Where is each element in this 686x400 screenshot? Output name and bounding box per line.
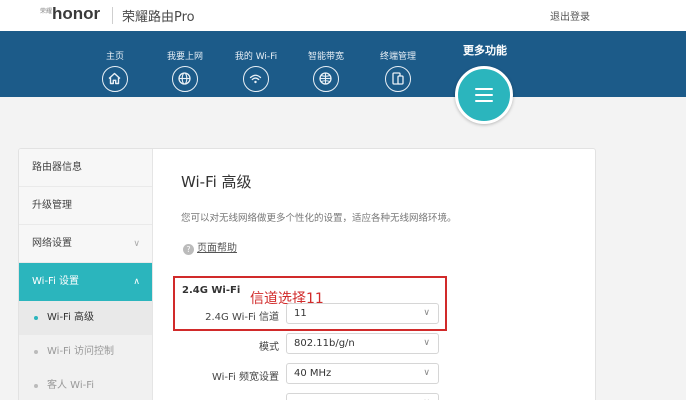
settings-card: 路由器信息 升级管理 网络设置 ∨ Wi-Fi 设置 ∧ Wi-Fi 高级 Wi… xyxy=(18,148,596,400)
chevron-down-icon: ∨ xyxy=(423,394,430,400)
logout-link[interactable]: 退出登录 xyxy=(550,8,590,23)
channel-label: 2.4G Wi-Fi 信道 xyxy=(205,312,279,323)
bandwidth-select[interactable]: 40 MHz ∨ xyxy=(286,363,439,384)
sidebar-subitem-label: Wi-Fi 高级 xyxy=(47,312,95,323)
more-features-button[interactable] xyxy=(455,66,513,124)
sidebar-subitem-guest-wifi[interactable]: 客人 Wi-Fi xyxy=(19,369,152,400)
sidebar-item-network-settings[interactable]: 网络设置 ∨ xyxy=(19,225,152,263)
chevron-down-icon: ∨ xyxy=(423,308,430,318)
nav-item-home[interactable]: 主页 xyxy=(85,52,145,92)
channel-select-value: 11 xyxy=(294,308,307,319)
globe-icon xyxy=(172,66,198,92)
nav-item-label: 终端管理 xyxy=(379,52,416,62)
top-header: 荣耀 honor 荣耀路由Pro 退出登录 xyxy=(0,0,686,31)
sidebar-item-router-info[interactable]: 路由器信息 xyxy=(19,149,152,187)
nav-item-internet[interactable]: 我要上网 xyxy=(155,52,215,92)
section-title-24g: 2.4G Wi-Fi xyxy=(182,285,241,296)
bandwidth-globe-icon xyxy=(313,66,339,92)
brand-small-text: 荣耀 xyxy=(40,8,53,15)
main-content: Wi-Fi 高级 您可以对无线网络做更多个性化的设置，适应各种无线网络环境。 ?… xyxy=(153,149,595,400)
nav-item-label: 智能带宽 xyxy=(307,52,344,62)
channel-select[interactable]: 11 ∨ xyxy=(286,303,439,324)
mode-select-value: 802.11b/g/n xyxy=(294,338,355,349)
sidebar-subitem-wifi-access-control[interactable]: Wi-Fi 访问控制 xyxy=(19,335,152,369)
bandwidth-label: Wi-Fi 频宽设置 xyxy=(211,372,279,383)
chevron-down-icon: ∨ xyxy=(133,239,140,249)
bullet-icon xyxy=(34,316,38,320)
mode-select[interactable]: 802.11b/g/n ∨ xyxy=(286,333,439,354)
chevron-down-icon: ∨ xyxy=(423,338,430,348)
sidebar: 路由器信息 升级管理 网络设置 ∨ Wi-Fi 设置 ∧ Wi-Fi 高级 Wi… xyxy=(19,149,153,400)
menu-icon-bar xyxy=(475,100,493,102)
help-link-text: 页面帮助 xyxy=(197,243,237,254)
more-features-label: 更多功能 xyxy=(463,44,507,57)
main-nav: 主页 我要上网 我的 Wi-Fi 智能带宽 终端管理 更多功能 xyxy=(0,31,686,97)
bullet-icon xyxy=(34,384,38,388)
next-setting-select[interactable]: ∨ xyxy=(286,393,439,400)
menu-icon-bar xyxy=(475,94,493,96)
devices-icon xyxy=(385,66,411,92)
sidebar-item-label: 升级管理 xyxy=(32,200,72,211)
sidebar-item-label: 路由器信息 xyxy=(32,162,82,173)
nav-item-devices[interactable]: 终端管理 xyxy=(368,52,428,92)
nav-item-label: 我要上网 xyxy=(166,52,203,62)
page-description: 您可以对无线网络做更多个性化的设置，适应各种无线网络环境。 xyxy=(181,213,457,224)
page-title: Wi-Fi 高级 xyxy=(181,173,252,191)
sidebar-subitem-wifi-advanced[interactable]: Wi-Fi 高级 xyxy=(19,301,152,335)
chevron-up-icon: ∧ xyxy=(133,277,140,287)
sidebar-item-wifi-settings[interactable]: Wi-Fi 设置 ∧ xyxy=(19,263,152,301)
nav-item-label: 主页 xyxy=(105,52,124,62)
chevron-down-icon: ∨ xyxy=(423,368,430,378)
help-icon: ? xyxy=(183,244,194,255)
page-help-link[interactable]: ? 页面帮助 xyxy=(183,239,237,255)
sidebar-subitem-label: 客人 Wi-Fi xyxy=(47,380,95,391)
nav-item-label: 我的 Wi-Fi xyxy=(234,52,278,62)
mode-label: 模式 xyxy=(259,342,279,353)
product-name: 荣耀路由Pro xyxy=(122,10,195,25)
logo-divider xyxy=(112,7,113,24)
honor-logo[interactable]: honor xyxy=(52,4,100,24)
nav-item-my-wifi[interactable]: 我的 Wi-Fi xyxy=(226,52,286,92)
sidebar-subitem-label: Wi-Fi 访问控制 xyxy=(47,346,115,357)
bullet-icon xyxy=(34,350,38,354)
sidebar-item-label: Wi-Fi 设置 xyxy=(32,276,80,287)
bandwidth-select-value: 40 MHz xyxy=(294,368,332,379)
sidebar-item-label: 网络设置 xyxy=(32,238,72,249)
wifi-icon xyxy=(243,66,269,92)
home-icon xyxy=(102,66,128,92)
menu-icon xyxy=(475,88,493,90)
sidebar-item-upgrade[interactable]: 升级管理 xyxy=(19,187,152,225)
nav-item-smart-bandwidth[interactable]: 智能带宽 xyxy=(296,52,356,92)
